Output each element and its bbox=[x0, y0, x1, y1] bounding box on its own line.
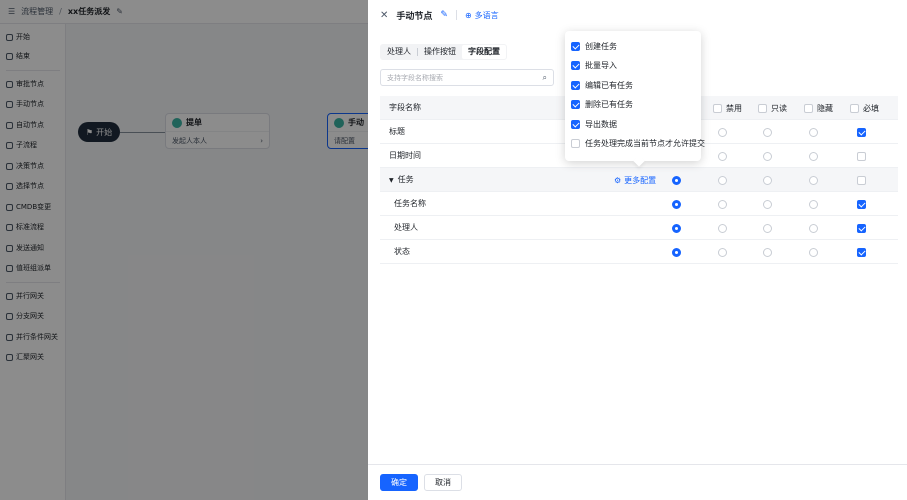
select-all-readonly-checkbox[interactable] bbox=[758, 103, 767, 113]
required-checkbox[interactable] bbox=[856, 127, 866, 137]
field-search: ⌕ bbox=[380, 69, 554, 86]
drawer-header: ✕ 手动节点 ✎ ⊕ 多语言 bbox=[368, 0, 907, 30]
select-all-hidden-checkbox[interactable] bbox=[804, 103, 813, 113]
table-group-row: ▼ 任务 ⚙ 更多配置 bbox=[380, 168, 898, 192]
hidden-radio[interactable] bbox=[808, 199, 818, 209]
disabled-radio[interactable] bbox=[717, 175, 727, 185]
disabled-radio[interactable] bbox=[717, 199, 727, 209]
option-create-task[interactable]: 创建任务 bbox=[571, 39, 617, 53]
gear-icon: ⚙ bbox=[614, 175, 622, 185]
edit-title-icon[interactable]: ✎ bbox=[440, 10, 448, 20]
readonly-radio[interactable] bbox=[762, 127, 772, 137]
option-batch-import[interactable]: 批量导入 bbox=[571, 58, 617, 72]
export-data-checkbox[interactable] bbox=[571, 119, 580, 129]
disabled-radio[interactable] bbox=[717, 127, 727, 137]
required-checkbox[interactable] bbox=[856, 247, 866, 257]
confirm-button[interactable]: 确定 bbox=[380, 474, 418, 491]
readonly-radio[interactable] bbox=[762, 151, 772, 161]
table-row: 处理人 bbox=[380, 216, 898, 240]
require-completion-checkbox[interactable] bbox=[571, 138, 580, 148]
more-config-button[interactable]: ⚙ 更多配置 bbox=[614, 168, 656, 192]
more-config-popover: 创建任务 批量导入 编辑已有任务 删除已有任务 导出数据 任务处理完成当前节点才… bbox=[565, 31, 705, 161]
select-all-required-checkbox[interactable] bbox=[850, 103, 859, 113]
editable-radio[interactable] bbox=[671, 175, 681, 185]
column-header-readonly: 只读 bbox=[758, 96, 787, 120]
option-require-task-completion[interactable]: 任务处理完成当前节点才允许提交 bbox=[571, 136, 705, 150]
table-row: 状态 bbox=[380, 240, 898, 264]
required-checkbox[interactable] bbox=[856, 199, 866, 209]
readonly-radio[interactable] bbox=[762, 247, 772, 257]
delete-task-checkbox[interactable] bbox=[571, 99, 580, 109]
editable-radio[interactable] bbox=[671, 199, 681, 209]
hidden-radio[interactable] bbox=[808, 223, 818, 233]
table-row: 任务名称 bbox=[380, 192, 898, 216]
search-icon[interactable]: ⌕ bbox=[543, 73, 547, 83]
disabled-radio[interactable] bbox=[717, 151, 727, 161]
modal-overlay[interactable] bbox=[0, 0, 368, 500]
field-name: 标题 bbox=[389, 127, 405, 136]
hidden-radio[interactable] bbox=[808, 127, 818, 137]
option-edit-task[interactable]: 编辑已有任务 bbox=[571, 78, 633, 92]
option-delete-task[interactable]: 删除已有任务 bbox=[571, 97, 633, 111]
required-checkbox[interactable] bbox=[856, 223, 866, 233]
field-name: 处理人 bbox=[394, 223, 418, 232]
caret-down-icon[interactable]: ▼ bbox=[389, 169, 394, 193]
config-tabs: 处理人 操作按钮 字段配置 bbox=[380, 44, 507, 60]
field-name: 日期时间 bbox=[389, 151, 421, 160]
hidden-radio[interactable] bbox=[808, 247, 818, 257]
disabled-radio[interactable] bbox=[717, 247, 727, 257]
cancel-button[interactable]: 取消 bbox=[424, 474, 462, 491]
header-divider bbox=[455, 10, 457, 20]
tab-field-config[interactable]: 字段配置 bbox=[462, 45, 506, 59]
column-header-required: 必填 bbox=[850, 96, 879, 120]
column-header-hidden: 隐藏 bbox=[804, 96, 833, 120]
drawer-title: 手动节点 bbox=[396, 11, 433, 22]
drawer-footer: 确定 取消 bbox=[368, 464, 907, 500]
editable-radio[interactable] bbox=[671, 247, 681, 257]
required-checkbox[interactable] bbox=[856, 151, 866, 161]
readonly-radio[interactable] bbox=[762, 223, 772, 233]
tab-action-buttons[interactable]: 操作按钮 bbox=[418, 45, 462, 59]
batch-import-checkbox[interactable] bbox=[571, 60, 580, 70]
create-task-checkbox[interactable] bbox=[571, 41, 580, 51]
multi-language-button[interactable]: ⊕ 多语言 bbox=[465, 10, 499, 21]
hidden-radio[interactable] bbox=[808, 151, 818, 161]
field-search-input[interactable] bbox=[387, 73, 527, 82]
disabled-radio[interactable] bbox=[717, 223, 727, 233]
edit-task-checkbox[interactable] bbox=[571, 80, 580, 90]
tab-handler[interactable]: 处理人 bbox=[381, 45, 417, 59]
column-header-field-name: 字段名称 bbox=[389, 103, 421, 112]
required-checkbox[interactable] bbox=[856, 175, 866, 185]
globe-icon: ⊕ bbox=[464, 10, 472, 20]
readonly-radio[interactable] bbox=[762, 175, 772, 185]
editable-radio[interactable] bbox=[671, 223, 681, 233]
close-icon[interactable]: ✕ bbox=[380, 10, 388, 21]
field-name: 任务 bbox=[397, 175, 414, 184]
option-export-data[interactable]: 导出数据 bbox=[571, 117, 617, 131]
select-all-disabled-checkbox[interactable] bbox=[713, 103, 722, 113]
field-name: 任务名称 bbox=[394, 199, 426, 208]
field-name: 状态 bbox=[394, 247, 410, 256]
hidden-radio[interactable] bbox=[808, 175, 818, 185]
column-header-disabled: 禁用 bbox=[713, 96, 742, 120]
readonly-radio[interactable] bbox=[762, 199, 772, 209]
